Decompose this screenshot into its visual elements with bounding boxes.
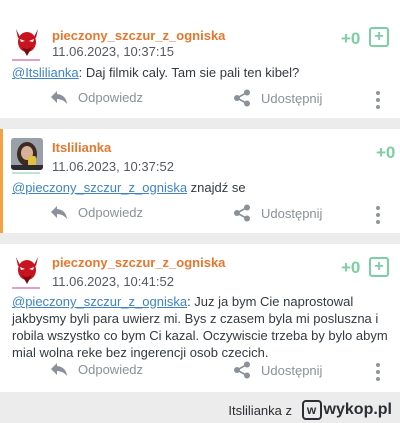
comment-mention[interactable]: @pieczony_szczur_z_ogniska bbox=[12, 180, 187, 195]
comment-actions: Odpowiedz Udostępnij bbox=[0, 361, 400, 383]
more-options-icon[interactable] bbox=[375, 361, 381, 383]
comment-actions: Odpowiedz Udostępnij bbox=[0, 89, 400, 111]
comment-body: @pieczony_szczur_z_ogniska: Juz ja bym C… bbox=[12, 293, 388, 361]
devil-avatar-icon[interactable] bbox=[11, 254, 43, 286]
comment-actions: Odpowiedz Udostępnij bbox=[0, 204, 400, 226]
wykop-logo-text: wykop.pl bbox=[323, 401, 392, 418]
footer-watermark: Itslilianka z w wykop.pl bbox=[0, 400, 400, 423]
upvote-button[interactable]: + bbox=[369, 27, 389, 47]
devil-avatar-icon[interactable] bbox=[11, 26, 43, 58]
comment-date: 11.06.2023, 10:37:52 bbox=[52, 159, 174, 174]
reply-label: Odpowiedz bbox=[78, 361, 144, 377]
comment-card: pieczony_szczur_z_ogniska 11.06.2023, 10… bbox=[0, 244, 400, 392]
reply-button[interactable]: Odpowiedz bbox=[50, 89, 143, 105]
reply-button[interactable]: Odpowiedz bbox=[50, 204, 143, 220]
user-photo-avatar-icon[interactable] bbox=[11, 138, 43, 170]
reply-icon bbox=[51, 363, 67, 376]
more-options-icon[interactable] bbox=[375, 89, 381, 111]
comment-body: @pieczony_szczur_z_ogniska znajdź se bbox=[12, 179, 388, 196]
comment-author[interactable]: pieczony_szczur_z_ogniska bbox=[52, 255, 225, 270]
comment-date: 11.06.2023, 10:41:52 bbox=[52, 274, 174, 289]
wykop-logo-icon: w bbox=[301, 400, 322, 420]
reply-icon bbox=[51, 206, 67, 219]
share-button[interactable]: Udostępnij bbox=[233, 361, 322, 379]
comment-mention[interactable]: @Itslilianka bbox=[12, 65, 79, 80]
share-icon bbox=[234, 89, 250, 107]
wykop-logo: w wykop.pl bbox=[301, 400, 392, 420]
comment-text: : Daj filmik caly. Tam sie pali ten kibe… bbox=[78, 65, 300, 80]
reply-label: Odpowiedz bbox=[78, 204, 144, 220]
vote-score: +0 bbox=[341, 29, 361, 48]
reply-icon bbox=[51, 91, 67, 104]
share-button[interactable]: Udostępnij bbox=[233, 89, 322, 107]
comment-author[interactable]: pieczony_szczur_z_ogniska bbox=[52, 28, 225, 43]
share-label: Udostępnij bbox=[261, 205, 323, 221]
comment-date: 11.06.2023, 10:37:15 bbox=[52, 44, 174, 59]
vote-score: +0 bbox=[341, 258, 361, 277]
share-icon bbox=[234, 204, 250, 222]
share-button[interactable]: Udostępnij bbox=[233, 204, 322, 222]
more-options-icon[interactable] bbox=[375, 204, 381, 226]
avatar-underline bbox=[12, 59, 40, 61]
share-label: Udostępnij bbox=[261, 362, 323, 378]
avatar-underline bbox=[12, 172, 40, 174]
comment-card-reply: Itslilianka 11.06.2023, 10:37:52 +0 @pie… bbox=[0, 129, 400, 233]
footer-username: Itslilianka z bbox=[228, 403, 292, 418]
share-icon bbox=[234, 361, 250, 379]
comment-author[interactable]: Itslilianka bbox=[52, 140, 111, 155]
vote-score: +0 bbox=[376, 143, 396, 162]
comment-mention[interactable]: @pieczony_szczur_z_ogniska bbox=[12, 294, 187, 309]
comment-text: znajdź se bbox=[187, 180, 246, 195]
upvote-button[interactable]: + bbox=[369, 257, 389, 277]
comment-body: @Itslilianka: Daj filmik caly. Tam sie p… bbox=[12, 64, 388, 81]
avatar-underline bbox=[12, 287, 40, 289]
reply-button[interactable]: Odpowiedz bbox=[50, 361, 143, 377]
share-label: Udostępnij bbox=[261, 90, 323, 106]
reply-label: Odpowiedz bbox=[78, 89, 144, 105]
comment-card: pieczony_szczur_z_ogniska 11.06.2023, 10… bbox=[0, 0, 400, 118]
